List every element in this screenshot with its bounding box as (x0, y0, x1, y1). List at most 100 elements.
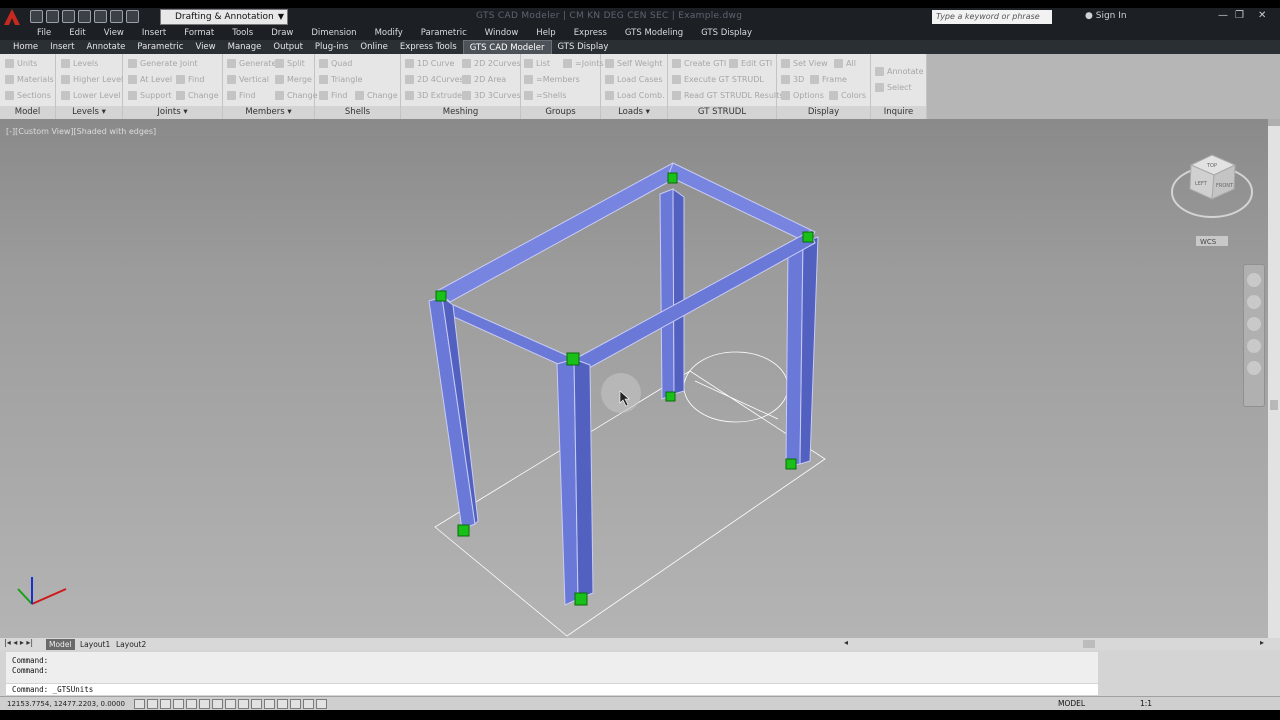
lower-level-button[interactable]: Lower Level (61, 91, 121, 100)
polar-icon[interactable] (186, 699, 197, 709)
tab-parametric[interactable]: Parametric (131, 40, 189, 54)
execute-gt-strudl-button[interactable]: Execute GT STRUDL (672, 75, 764, 84)
joint-node[interactable] (566, 352, 580, 366)
menu-view[interactable]: View (104, 27, 124, 40)
menu-dimension[interactable]: Dimension (311, 27, 356, 40)
tab-output[interactable]: Output (267, 40, 309, 54)
horizontal-scroll-thumb[interactable] (1083, 640, 1095, 648)
drawing-viewport[interactable]: [-][Custom View][Shaded with edges] TOP … (0, 119, 1268, 638)
otrack-icon[interactable] (225, 699, 236, 709)
support-button[interactable]: Support (128, 91, 172, 100)
menu-window[interactable]: Window (485, 27, 519, 40)
workspace-select[interactable]: Drafting & Annotation ▼ (160, 9, 288, 25)
tab-manage[interactable]: Manage (222, 40, 268, 54)
tab-insert[interactable]: Insert (44, 40, 80, 54)
set-view-button[interactable]: Set View (781, 59, 828, 68)
annotate-button[interactable]: Annotate (875, 67, 924, 76)
beam-front-left[interactable] (439, 298, 579, 374)
zoom-icon[interactable] (1247, 317, 1261, 331)
transparency-icon[interactable] (277, 699, 288, 709)
generate-member-button[interactable]: Generate (227, 59, 276, 68)
frame-button[interactable]: Frame (810, 75, 847, 84)
orbit-icon[interactable] (1247, 339, 1261, 353)
minimize-icon[interactable]: — (1218, 10, 1228, 21)
change-shell-button[interactable]: Change (355, 91, 398, 100)
model-space-toggle[interactable]: MODEL (1058, 699, 1085, 708)
sign-in-button[interactable]: ● Sign In (1085, 11, 1127, 21)
menu-express[interactable]: Express (574, 27, 607, 40)
joint-node[interactable] (802, 231, 814, 243)
menu-gts-modeling[interactable]: GTS Modeling (625, 27, 683, 40)
read-results-button[interactable]: Read GT STRUDL Results (672, 91, 783, 100)
save-icon[interactable] (62, 10, 75, 23)
tab-gts-cad-modeler[interactable]: GTS CAD Modeler (462, 40, 552, 54)
tab-annotate[interactable]: Annotate (81, 40, 132, 54)
menu-modify[interactable]: Modify (375, 27, 403, 40)
panel-title-loads[interactable]: Loads ▾ (601, 106, 667, 119)
menu-tools[interactable]: Tools (232, 27, 253, 40)
tab-nav-icon[interactable]: |◂ ◂ ▸ ▸| (4, 638, 33, 647)
split-button[interactable]: Split (275, 59, 305, 68)
beam-back-right[interactable] (667, 162, 816, 244)
showmotion-icon[interactable] (1247, 361, 1261, 375)
tab-online[interactable]: Online (354, 40, 393, 54)
lineweight-icon[interactable] (264, 699, 275, 709)
units-button[interactable]: Units (5, 59, 37, 68)
steering-wheel-icon[interactable] (1247, 273, 1261, 287)
3d-osnap-icon[interactable] (212, 699, 223, 709)
menu-parametric[interactable]: Parametric (421, 27, 467, 40)
3d-3curves-button[interactable]: 3D 3Curves (462, 91, 521, 100)
annotation-monitor-icon[interactable] (316, 699, 327, 709)
panel-title-members[interactable]: Members ▾ (223, 106, 314, 119)
list-button[interactable]: List (524, 59, 550, 68)
change-member-button[interactable]: Change (275, 91, 318, 100)
vertical-button[interactable]: Vertical (227, 75, 269, 84)
tab-gts-display[interactable]: GTS Display (552, 40, 615, 54)
find-shell-button[interactable]: Find (319, 91, 347, 100)
sections-button[interactable]: Sections (5, 91, 51, 100)
group-joints-button[interactable]: =Joints (563, 59, 604, 68)
triangle-button[interactable]: Triangle (319, 75, 362, 84)
joint-node[interactable] (667, 172, 678, 184)
find-member-button[interactable]: Find (227, 91, 255, 100)
scroll-right-icon[interactable]: ▸ (1260, 638, 1264, 647)
restore-icon[interactable]: ❐ (1235, 10, 1244, 21)
materials-button[interactable]: Materials (5, 75, 54, 84)
edit-gti-button[interactable]: Edit GTI (729, 59, 772, 68)
menu-draw[interactable]: Draw (271, 27, 293, 40)
3d-extrude-button[interactable]: 3D Extrude (405, 91, 462, 100)
joint-node[interactable] (457, 524, 470, 537)
panel-title-joints[interactable]: Joints ▾ (123, 106, 222, 119)
print-icon[interactable] (94, 10, 107, 23)
beam-back-left[interactable] (436, 162, 684, 303)
create-gti-button[interactable]: Create GTI (672, 59, 726, 68)
close-icon[interactable]: ✕ (1258, 10, 1266, 21)
menu-format[interactable]: Format (184, 27, 214, 40)
load-cases-button[interactable]: Load Cases (605, 75, 662, 84)
tab-view[interactable]: View (189, 40, 221, 54)
menu-gts-display[interactable]: GTS Display (701, 27, 752, 40)
tab-home[interactable]: Home (7, 40, 44, 54)
menu-insert[interactable]: Insert (142, 27, 166, 40)
pan-icon[interactable] (1247, 295, 1261, 309)
joint-node[interactable] (435, 290, 447, 302)
tab-express-tools[interactable]: Express Tools (394, 40, 463, 54)
levels-button[interactable]: Levels (61, 59, 98, 68)
annotation-scale[interactable]: 1:1 (1140, 699, 1152, 708)
new-icon[interactable] (30, 10, 43, 23)
find-joint-button[interactable]: Find (176, 75, 204, 84)
quick-properties-icon[interactable] (290, 699, 301, 709)
2d-2curves-button[interactable]: 2D 2Curves (462, 59, 521, 68)
ducs-icon[interactable] (238, 699, 249, 709)
menu-help[interactable]: Help (536, 27, 555, 40)
search-input[interactable]: Type a keyword or phrase (932, 10, 1052, 24)
display-all-button[interactable]: All (834, 59, 856, 68)
2d-area-button[interactable]: 2D Area (462, 75, 506, 84)
1d-curve-button[interactable]: 1D Curve (405, 59, 454, 68)
display-3d-button[interactable]: 3D (781, 75, 804, 84)
column-back-left[interactable] (659, 188, 675, 400)
tab-layout2[interactable]: Layout2 (113, 639, 149, 650)
joint-node[interactable] (665, 391, 676, 402)
tab-layout1[interactable]: Layout1 (77, 639, 113, 650)
beam-front-right[interactable] (574, 230, 816, 374)
